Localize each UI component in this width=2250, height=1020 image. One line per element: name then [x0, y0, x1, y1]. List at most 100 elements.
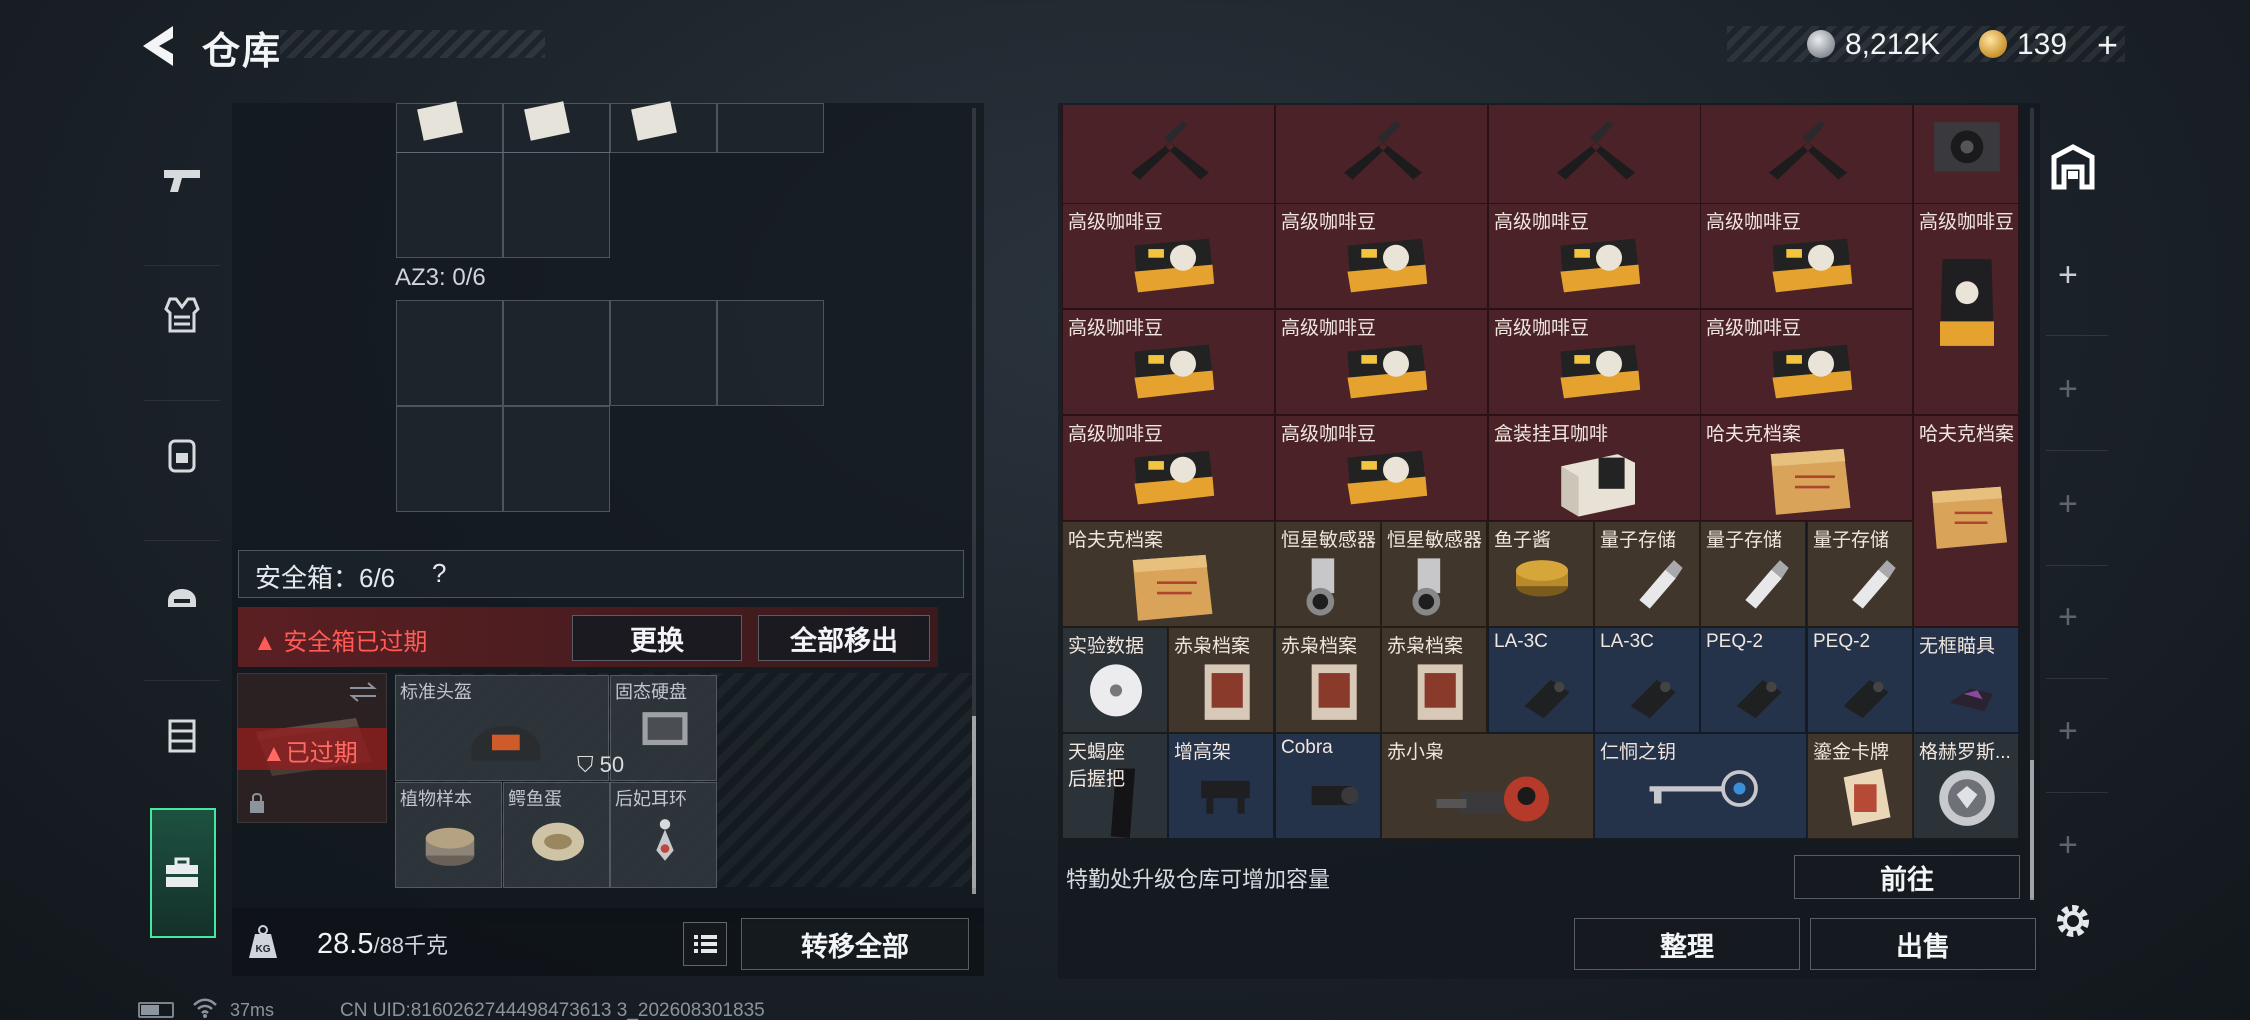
container-slot[interactable] — [610, 300, 717, 406]
replace-button[interactable]: 更换 — [572, 615, 742, 661]
swap-icon[interactable] — [348, 682, 378, 702]
armor-value-text: 50 — [599, 752, 625, 777]
shield-icon: ⛉ — [577, 752, 600, 777]
weight-current: 28.5 — [317, 928, 374, 960]
coffee-pouch-icon — [1940, 259, 1994, 346]
tab-separator — [2046, 565, 2108, 566]
nav-helmet[interactable] — [138, 535, 226, 655]
stash-item[interactable]: 高级咖啡豆 — [1062, 415, 1275, 521]
sight-icon — [1949, 688, 1993, 712]
stash-item[interactable]: 量子存储 — [1700, 521, 1806, 627]
container-slot[interactable] — [717, 300, 824, 406]
stash-item[interactable]: 高级咖啡豆 — [1488, 309, 1701, 415]
stash-item[interactable]: 赤枭档案 — [1381, 627, 1487, 733]
transfer-all-button[interactable]: 转移全部 — [741, 918, 969, 970]
left-scrollbar-thumb[interactable] — [972, 716, 976, 894]
sort-button[interactable]: 整理 — [1574, 918, 1800, 970]
container-slot[interactable] — [717, 103, 824, 153]
stash-item[interactable]: 鎏金卡牌 — [1807, 733, 1913, 839]
stash-item-label: LA-3C — [1600, 631, 1654, 652]
nav-backpack[interactable] — [138, 395, 226, 515]
stash-scrollbar-thumb[interactable] — [2030, 760, 2034, 900]
nav-weapons[interactable] — [138, 120, 226, 240]
stash-item[interactable]: 高级咖啡豆 — [1700, 203, 1913, 309]
container-slot[interactable] — [396, 406, 503, 512]
stash-item[interactable] — [1275, 105, 1488, 207]
stash-page-tab-1[interactable] — [2045, 128, 2101, 208]
container-slot[interactable] — [503, 300, 610, 406]
backpack-icon — [168, 439, 196, 473]
stash-item[interactable]: 高级咖啡豆 — [1275, 309, 1488, 415]
ping-readout: 37ms — [230, 1000, 275, 1020]
list-view-button[interactable] — [683, 922, 727, 966]
stash-item[interactable]: LA-3C — [1488, 627, 1594, 733]
remove-all-button[interactable]: 全部移出 — [758, 615, 930, 661]
stash-item[interactable]: LA-3C — [1594, 627, 1700, 733]
safe-item[interactable]: 植物样本 — [395, 782, 502, 888]
stash-item[interactable]: 仁恫之钥 — [1594, 733, 1807, 839]
stash-item[interactable] — [1700, 105, 1913, 207]
stash-item[interactable]: PEQ-2 — [1807, 627, 1913, 733]
stash-item[interactable] — [1913, 105, 2019, 207]
safe-item[interactable]: 固态硬盘 — [610, 675, 717, 781]
stash-item[interactable]: 天蝎座 后握把 — [1062, 733, 1168, 839]
stash-item-label: 鎏金卡牌 — [1813, 742, 1890, 763]
nav-chest-rig[interactable] — [138, 675, 226, 795]
tab-separator — [2046, 450, 2108, 451]
settings-button[interactable] — [2050, 898, 2096, 944]
back-button[interactable] — [135, 22, 187, 70]
container-slot[interactable] — [503, 406, 610, 512]
add-stash-page-button[interactable]: + — [2058, 256, 2078, 295]
safe-box-help-button[interactable]: ? — [432, 558, 446, 589]
stash-item-label: 高级咖啡豆 — [1281, 318, 1377, 339]
stash-item[interactable]: 哈夫克档案 — [1700, 415, 1913, 521]
stash-item[interactable]: 高级咖啡豆 — [1700, 309, 1913, 415]
stash-item[interactable] — [1488, 105, 1701, 207]
dossier-icon — [1132, 554, 1213, 621]
stash-item[interactable]: 恒星敏感器 — [1275, 521, 1381, 627]
stash-item[interactable]: 盒装挂耳咖啡 — [1488, 415, 1701, 521]
safe-item[interactable]: 鳄鱼蛋 — [503, 782, 610, 888]
pliers-icon — [1769, 120, 1847, 180]
stash-item[interactable]: 高级咖啡豆 — [1488, 203, 1701, 309]
stash-item[interactable]: 哈夫克档案 — [1062, 521, 1275, 627]
stash-item[interactable]: 赤小枭 — [1381, 733, 1594, 839]
container-slot[interactable] — [503, 152, 610, 258]
stash-item-label: 赤枭档案 — [1281, 636, 1358, 657]
stash-item[interactable]: 高级咖啡豆 — [1275, 203, 1488, 309]
sell-button[interactable]: 出售 — [1810, 918, 2036, 970]
stash-item[interactable] — [1062, 105, 1275, 207]
container-slot[interactable] — [396, 300, 503, 406]
stash-item[interactable]: 量子存储 — [1807, 521, 1913, 627]
stash-item[interactable]: 恒星敏感器 — [1381, 521, 1487, 627]
stash-item[interactable]: 高级咖啡豆 — [1062, 309, 1275, 415]
stash-item[interactable]: 无框瞄具 — [1913, 627, 2019, 733]
container-slot[interactable] — [396, 152, 503, 258]
stash-item[interactable]: 赤枭档案 — [1275, 627, 1381, 733]
stash-item[interactable]: 鱼子酱 — [1488, 521, 1594, 627]
stash-item-label: PEQ-2 — [1706, 631, 1764, 652]
stash-item[interactable]: 高级咖啡豆 — [1275, 415, 1488, 521]
stash-item-label: 量子存储 — [1706, 530, 1783, 551]
stash-item[interactable]: PEQ-2 — [1700, 627, 1806, 733]
stash-item[interactable]: 格赫罗斯... — [1913, 733, 2019, 839]
stash-item[interactable]: 增高架 — [1168, 733, 1274, 839]
stash-item[interactable]: 量子存储 — [1594, 521, 1700, 627]
star-sensor-icon — [1412, 558, 1441, 616]
stash-item[interactable]: 哈夫克档案 — [1913, 415, 2019, 627]
stash-item-label: 高级咖啡豆 — [1068, 318, 1164, 339]
goto-button[interactable]: 前往 — [1794, 855, 2020, 899]
pliers-icon — [1131, 120, 1209, 180]
nav-safe-box[interactable] — [138, 813, 226, 933]
stash-item[interactable]: 高级咖啡豆 — [1062, 203, 1275, 309]
nav-armor[interactable] — [138, 255, 226, 375]
stash-item[interactable]: 赤枭档案 — [1168, 627, 1274, 733]
stash-item[interactable]: 实验数据 — [1062, 627, 1168, 733]
safe-item[interactable]: 后妃耳环 — [610, 782, 717, 888]
stash-item[interactable]: Cobra — [1275, 733, 1381, 839]
add-gold-button[interactable]: + — [2097, 24, 2118, 66]
dossier-icon — [1770, 448, 1851, 515]
stash-item[interactable]: 高级咖啡豆 — [1913, 203, 2019, 415]
expired-notice: ▲ 安全箱已过期 — [253, 622, 427, 657]
laser-icon — [1736, 680, 1782, 719]
